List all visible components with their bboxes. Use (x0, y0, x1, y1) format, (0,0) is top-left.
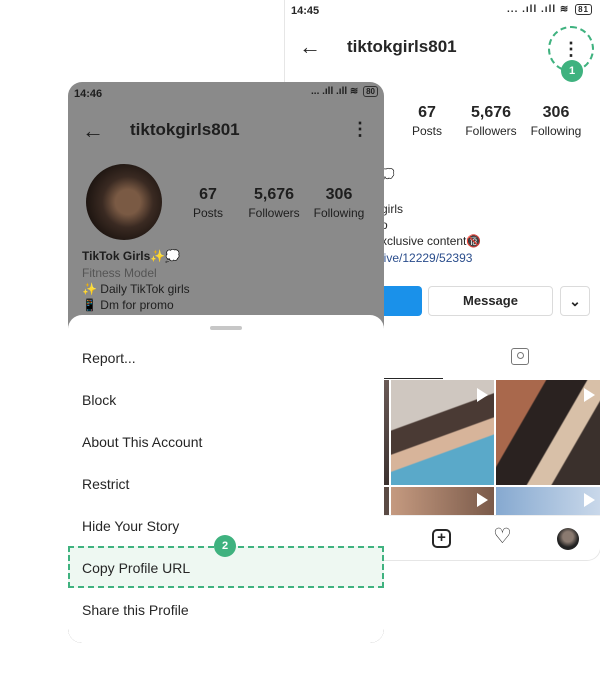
profile-username: tiktokgirls801 (347, 37, 457, 56)
stat-label: Followers (248, 206, 300, 220)
profile-display-name: TikTok Girls✨💭 (82, 249, 181, 263)
heart-icon[interactable]: ♡ (493, 526, 512, 548)
tagged-posts-icon[interactable] (511, 348, 529, 365)
menu-item-share-profile[interactable]: Share this Profile (82, 602, 189, 618)
stat-label: Following (530, 124, 582, 138)
stat-label: Posts (411, 124, 442, 138)
stat-followers[interactable]: 5,676 Followers (461, 104, 521, 138)
stat-value: 5,676 (470, 104, 512, 121)
options-bottom-sheet: Report... Block About This Account Restr… (68, 315, 384, 643)
more-vertical-icon[interactable]: ⋮ (351, 119, 369, 140)
front-phone-screen: 14:46 ... .ıll .ıll ≋ 80 ← tiktokgirls80… (68, 82, 384, 643)
sheet-drag-handle[interactable] (210, 326, 242, 330)
status-bar: 14:45 ... .ıll .ıll ≋ 81 (285, 0, 600, 22)
signal-icon: ... .ıll .ıll (311, 86, 348, 97)
chevron-down-icon: ⌄ (569, 293, 581, 309)
stat-value: 67 (418, 104, 436, 121)
status-time: 14:45 (291, 5, 320, 17)
status-time: 14:46 (74, 88, 103, 100)
bio-line: 📱 Dm for promo (82, 298, 174, 312)
menu-item-copy-profile-url[interactable]: Copy Profile URL (82, 560, 190, 576)
video-play-icon (584, 388, 595, 402)
back-arrow-icon[interactable]: ← (82, 118, 104, 144)
stat-label: Posts (192, 206, 223, 220)
menu-item-report[interactable]: Report... (82, 350, 136, 366)
menu-item-block[interactable]: Block (82, 392, 116, 408)
stat-label: Following (313, 206, 365, 220)
post-thumbnail[interactable] (496, 487, 600, 515)
status-icons: ... .ıll .ıll ≋ 81 (507, 4, 592, 15)
video-play-icon (477, 493, 488, 507)
bio-line: ✨ Daily TikTok girls (82, 282, 190, 296)
suggested-accounts-button[interactable]: ⌄ (560, 286, 590, 316)
signal-icon: ... .ıll .ıll (507, 4, 557, 15)
bio-line: xclusive content🔞 (381, 234, 482, 248)
stat-value: 5,676 (253, 186, 295, 203)
menu-item-restrict[interactable]: Restrict (82, 476, 129, 492)
more-vertical-icon: ⋮ (562, 39, 580, 59)
step-marker-2: 2 (214, 535, 236, 557)
stat-followers[interactable]: 5,676 Followers (244, 186, 304, 220)
video-play-icon (477, 388, 488, 402)
menu-item-hide-story[interactable]: Hide Your Story (82, 518, 179, 534)
profile-category: Fitness Model (82, 266, 157, 280)
profile-avatar-icon[interactable] (557, 528, 579, 550)
post-thumbnail[interactable] (391, 487, 494, 515)
menu-item-about-account[interactable]: About This Account (82, 434, 202, 450)
grid-tab-indicator (381, 378, 443, 379)
post-thumbnail[interactable] (496, 380, 600, 485)
wifi-icon: ≋ (559, 4, 570, 15)
status-icons: ... .ıll .ıll ≋ 80 (311, 86, 378, 97)
status-bar: 14:46 ... .ıll .ıll ≋ 80 (68, 82, 384, 104)
profile-avatar[interactable] (86, 164, 162, 240)
wifi-icon: ≋ (349, 86, 359, 97)
stat-following[interactable]: 306 Following (527, 104, 585, 138)
message-button[interactable]: Message (428, 286, 553, 316)
stat-following[interactable]: 306 Following (310, 186, 368, 220)
battery-icon: 80 (363, 86, 378, 97)
stat-value: 67 (199, 186, 217, 203)
add-post-icon[interactable]: + (432, 529, 451, 548)
stat-value: 306 (542, 104, 570, 121)
step-marker-1: 1 (561, 60, 583, 82)
battery-icon: 81 (575, 4, 592, 15)
stat-posts[interactable]: 67 Posts (190, 186, 226, 220)
stat-label: Followers (465, 124, 517, 138)
stat-value: 306 (325, 186, 353, 203)
post-thumbnail[interactable] (391, 380, 494, 485)
back-arrow-icon[interactable]: ← (299, 36, 321, 58)
video-play-icon (584, 493, 595, 507)
stat-posts[interactable]: 67 Posts (409, 104, 445, 138)
bio-link[interactable]: live/12229/52393 (381, 251, 472, 265)
profile-username: tiktokgirls801 (130, 120, 240, 139)
bio-line: girls (381, 202, 404, 216)
